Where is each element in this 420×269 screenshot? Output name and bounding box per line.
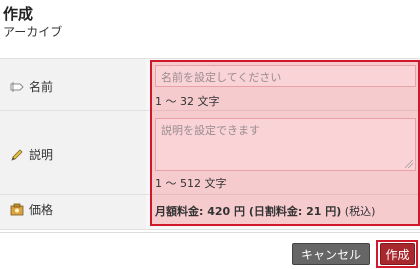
page-title: 作成 bbox=[3, 5, 34, 23]
name-label: 名前 bbox=[10, 78, 53, 95]
name-length-hint: 1 ～ 32 文字 bbox=[155, 95, 220, 108]
price-label-text: 価格 bbox=[29, 203, 54, 217]
name-input[interactable]: 名前を設定してください bbox=[155, 65, 416, 87]
description-placeholder: 説明を設定できます bbox=[161, 124, 260, 137]
tag-icon bbox=[10, 80, 24, 94]
name-placeholder: 名前を設定してください bbox=[161, 71, 282, 84]
row-divider bbox=[0, 229, 420, 230]
description-label-text: 説明 bbox=[29, 148, 54, 162]
name-label-text: 名前 bbox=[29, 80, 54, 94]
price-tag-icon bbox=[10, 203, 24, 217]
create-button[interactable]: 作成 bbox=[380, 243, 415, 265]
description-length-hint: 1 ～ 512 文字 bbox=[155, 177, 227, 190]
footer-divider bbox=[0, 232, 420, 233]
price-label: 価格 bbox=[10, 201, 53, 218]
row-divider bbox=[0, 58, 420, 59]
resize-handle[interactable] bbox=[405, 160, 413, 168]
page-subtitle: アーカイブ bbox=[3, 25, 63, 39]
tax-note: (税込) bbox=[344, 205, 376, 218]
cancel-button[interactable]: キャンセル bbox=[292, 243, 370, 265]
pencil-icon bbox=[10, 148, 24, 162]
description-textarea[interactable]: 説明を設定できます bbox=[155, 118, 416, 171]
description-label: 説明 bbox=[10, 146, 53, 163]
price-value: 月額料金: 420 円 (日割料金: 21 円) (税込) bbox=[155, 203, 375, 219]
monthly-price: 月額料金: 420 円 (日割料金: 21 円) bbox=[155, 205, 342, 218]
